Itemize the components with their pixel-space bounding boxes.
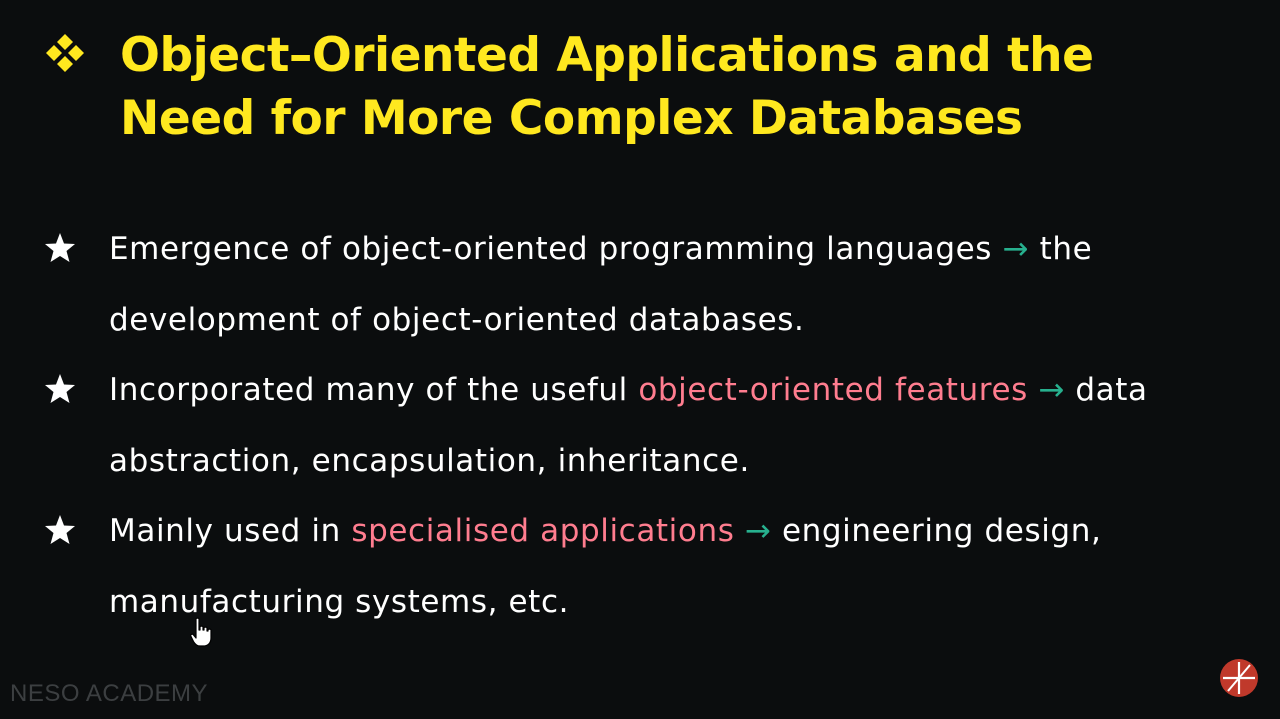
bullet-item: Incorporated many of the useful object-o… xyxy=(44,355,1244,496)
bullet-text-pre: Emergence of object-oriented programming… xyxy=(109,231,993,267)
bullet-highlight: object-oriented features xyxy=(638,372,1028,408)
slide-title: Object–Oriented Applications and the Nee… xyxy=(120,28,1094,146)
arrow-icon: → xyxy=(1038,372,1065,408)
star-icon xyxy=(45,233,75,262)
bullet-highlight: specialised applications xyxy=(351,513,735,549)
slide: Object–Oriented Applications and the Nee… xyxy=(0,0,1280,719)
bullet-text: Mainly used in specialised applications … xyxy=(109,496,1219,637)
bullet-text-pre: Mainly used in xyxy=(109,513,341,549)
bullet-list: Emergence of object-oriented programming… xyxy=(44,214,1244,637)
bullet-item: Mainly used in specialised applications … xyxy=(44,496,1244,637)
hand-pointer-icon xyxy=(190,617,212,647)
arrow-icon: → xyxy=(744,513,772,549)
bullet-text: Incorporated many of the useful object-o… xyxy=(109,355,1219,496)
star-icon xyxy=(45,515,75,544)
arrow-icon: → xyxy=(1002,231,1030,267)
star-icon xyxy=(45,374,75,403)
neso-logo-icon xyxy=(1220,659,1258,697)
bullet-text-pre: Incorporated many of the useful xyxy=(109,372,628,408)
bullet-item: Emergence of object-oriented programming… xyxy=(44,214,1244,355)
brand-watermark: NESO ACADEMY xyxy=(10,680,209,707)
diamond-cluster-icon xyxy=(46,34,84,72)
bullet-text: Emergence of object-oriented programming… xyxy=(109,214,1219,355)
